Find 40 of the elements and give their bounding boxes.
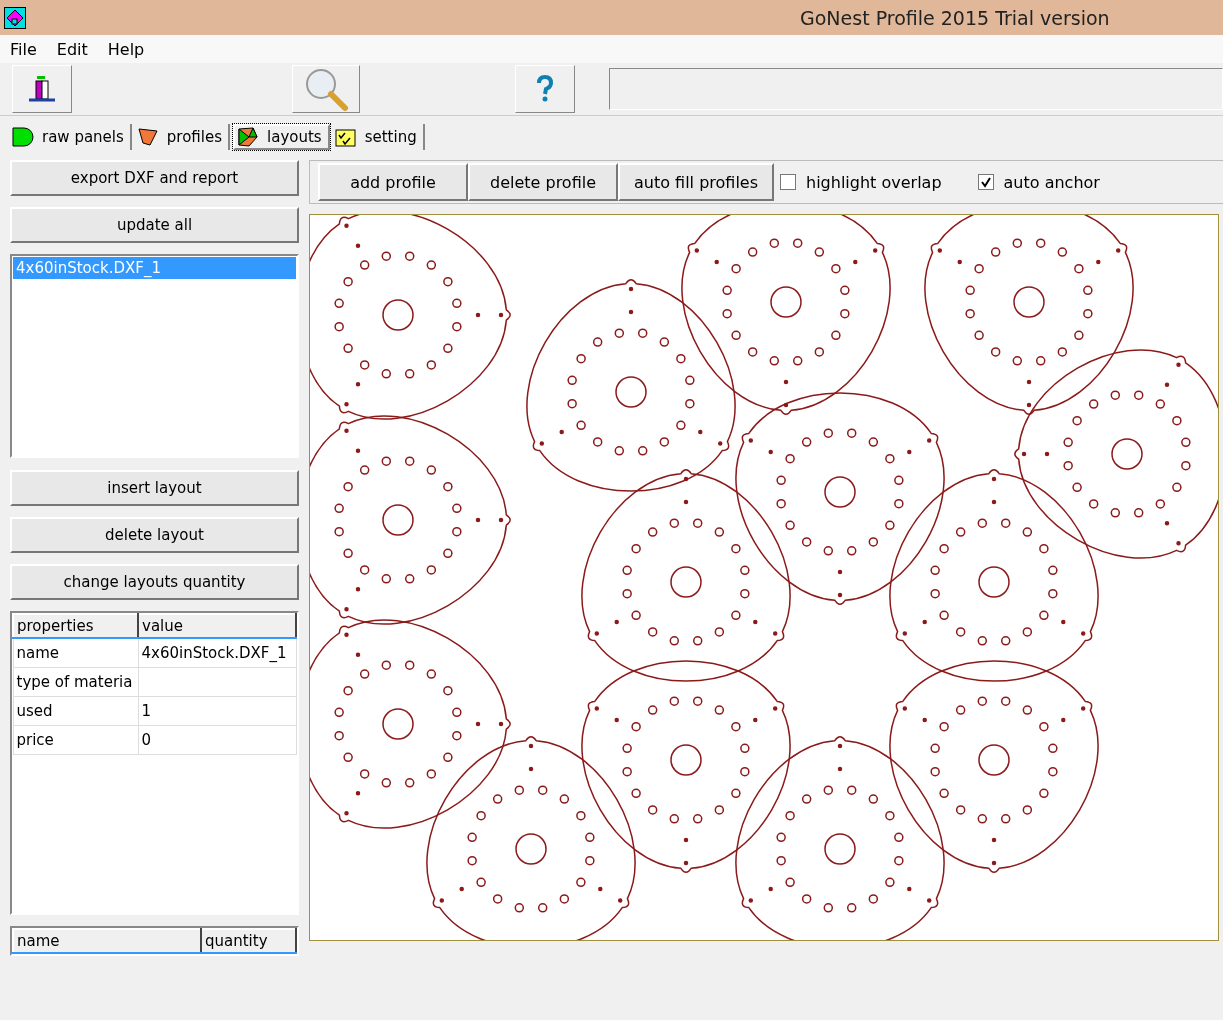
column-header[interactable]: name: [13, 929, 201, 953]
tab[interactable]: layouts: [233, 124, 330, 150]
table-cell: 1: [141, 702, 152, 720]
toolbar-button[interactable]: auto fill profiles: [618, 163, 775, 201]
column-header[interactable]: properties: [13, 614, 138, 638]
question-mark-icon: [535, 75, 555, 103]
menu-item[interactable]: File: [0, 39, 47, 59]
action-button[interactable]: change layouts quantity: [10, 564, 299, 600]
column-header[interactable]: quantity: [201, 929, 296, 953]
action-button[interactable]: delete layout: [10, 517, 299, 553]
column-header[interactable]: value: [138, 614, 296, 638]
checkbox[interactable]: [780, 174, 797, 190]
tool-button[interactable]: [12, 65, 72, 113]
zoom-button[interactable]: [292, 65, 360, 113]
table-cell: 0: [141, 731, 152, 749]
layout-shape-icon: [237, 127, 260, 147]
checkbox[interactable]: [977, 174, 994, 190]
menu-item[interactable]: Help: [97, 39, 155, 59]
help-button[interactable]: [515, 65, 575, 113]
action-button[interactable]: insert layout: [10, 470, 299, 506]
table-cell: name: [16, 644, 60, 662]
panel-shape-icon: [12, 127, 34, 147]
menu-item[interactable]: Edit: [46, 39, 98, 59]
checklist-icon: [334, 127, 357, 147]
toolbar-button[interactable]: add profile: [318, 163, 468, 201]
app-icon: [4, 6, 26, 29]
table-cell: used: [16, 702, 53, 720]
toolbar-button[interactable]: delete profile: [468, 163, 618, 201]
window-title: GoNest Profile 2015 Trial version: [800, 7, 1110, 29]
table-cell: price: [16, 731, 54, 749]
action-button[interactable]: update all: [10, 207, 299, 243]
profile-shape-icon: [136, 127, 159, 147]
action-button[interactable]: export DXF and report: [10, 160, 299, 196]
input-field[interactable]: [609, 68, 1223, 110]
table-cell: 4x60inStock.DXF_1: [141, 644, 287, 662]
tab[interactable]: raw panels: [10, 124, 132, 150]
checkbox-label: auto anchor: [1003, 172, 1100, 192]
table-cell: type of materia: [16, 673, 133, 691]
tab[interactable]: setting: [332, 124, 425, 150]
checkbox-label: highlight overlap: [806, 172, 942, 192]
